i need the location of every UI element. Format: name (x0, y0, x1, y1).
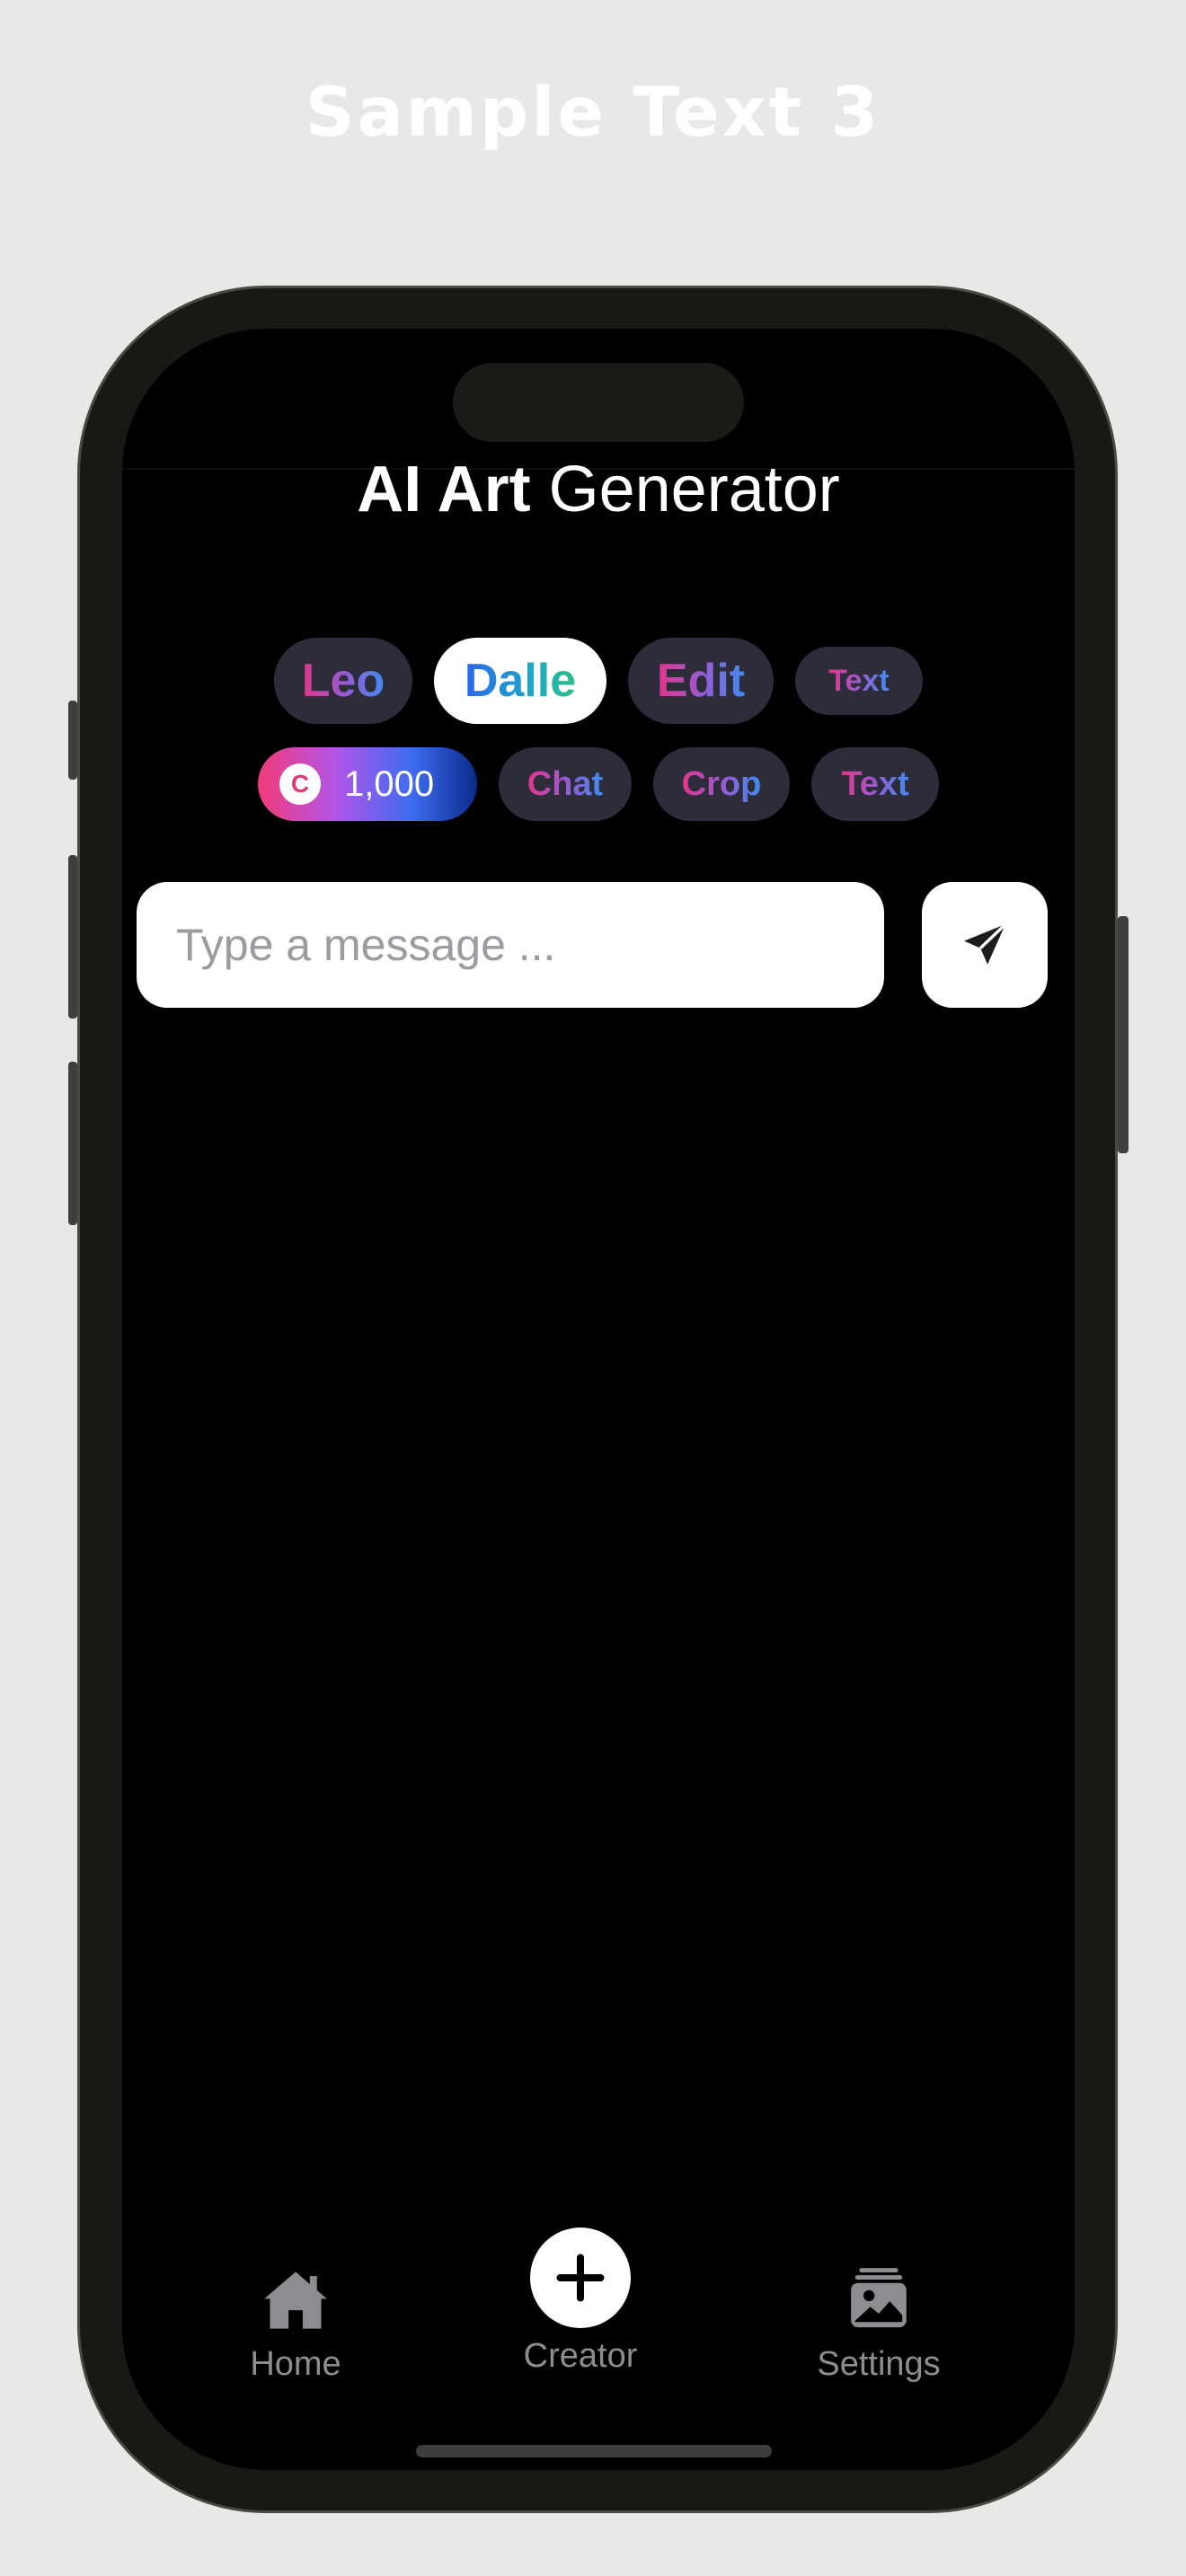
chip-chat[interactable]: Chat (499, 747, 632, 821)
chip-text[interactable]: Text (795, 647, 923, 715)
chip-label: Leo (301, 655, 385, 707)
app-title: AI Art Generator (122, 451, 1075, 528)
tab-creator-label: Creator (523, 2337, 638, 2375)
tab-home-label: Home (250, 2345, 341, 2383)
creator-button[interactable] (530, 2228, 631, 2328)
dynamic-island (453, 363, 744, 442)
tab-settings[interactable]: Settings (789, 2265, 969, 2384)
tab-home[interactable]: Home (228, 2269, 363, 2384)
chip-label: Dalle (464, 655, 577, 707)
chip-leo[interactable]: Leo (274, 638, 412, 724)
chip-label: Edit (656, 655, 746, 707)
send-icon (964, 922, 1007, 965)
home-icon (264, 2272, 327, 2329)
chip-label: Crop (681, 764, 762, 803)
message-input[interactable] (137, 882, 884, 1008)
chip-crop[interactable]: Crop (653, 747, 790, 821)
tab-creator[interactable]: Creator (500, 2228, 661, 2376)
model-chips-row-2: C 1,000 Chat Crop Text (122, 747, 1075, 821)
chip-text-2[interactable]: Text (811, 747, 939, 821)
chip-label: Text (841, 764, 909, 803)
chip-label: Text (828, 663, 890, 698)
phone-volume-up-button (68, 855, 77, 1019)
phone-mute-switch (68, 701, 77, 780)
credits-value: 1,000 (344, 763, 435, 804)
app-title-regular: Generator (548, 454, 840, 525)
phone-screen: AI Art Generator Leo Dalle Edit Text C 1… (122, 329, 1075, 2470)
send-button[interactable] (922, 882, 1048, 1008)
chip-dalle[interactable]: Dalle (434, 638, 606, 724)
app-title-bold: AI Art (357, 454, 531, 525)
phone-volume-down-button (68, 1062, 77, 1225)
caption-text: Sample Text 3 (305, 72, 881, 152)
chip-edit[interactable]: Edit (628, 638, 774, 724)
chip-label: Chat (527, 764, 604, 803)
coin-icon: C (279, 763, 321, 805)
phone-power-button (1118, 916, 1128, 1153)
model-chips-row-1: Leo Dalle Edit Text (122, 638, 1075, 724)
tab-settings-label: Settings (817, 2345, 941, 2383)
plus-icon (556, 2254, 605, 2302)
home-indicator (416, 2445, 772, 2457)
credits-badge[interactable]: C 1,000 (258, 747, 477, 821)
gallery-icon (851, 2268, 907, 2328)
